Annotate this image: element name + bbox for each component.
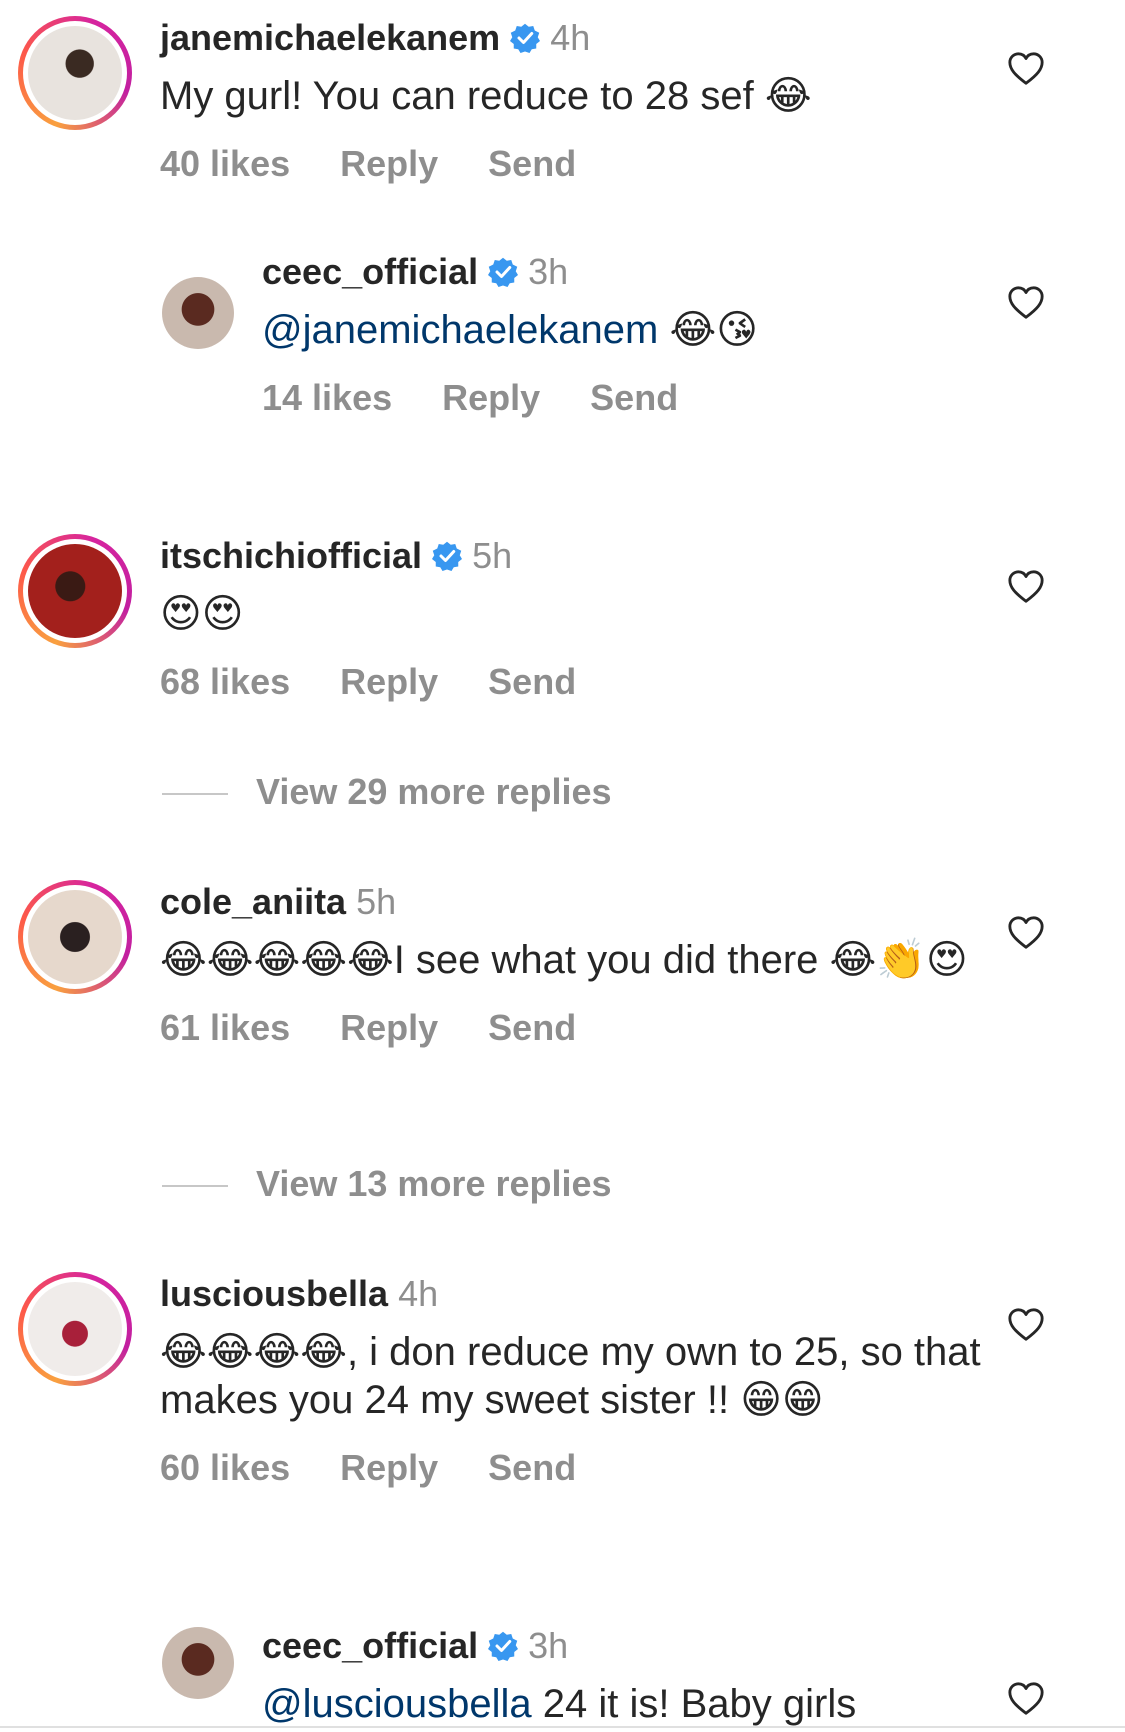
comment-username[interactable]: janemichaelekanem — [160, 17, 500, 58]
likes-count[interactable]: 68 likes — [160, 661, 290, 702]
comment-time: 5h — [472, 535, 513, 576]
comment-text: 24 it is! Baby girls — [531, 1682, 857, 1726]
verified-badge-icon — [488, 1631, 518, 1661]
heart-icon[interactable] — [1007, 568, 1045, 606]
likes-count[interactable]: 40 likes — [160, 143, 290, 184]
send-button[interactable]: Send — [488, 1007, 576, 1048]
avatar[interactable] — [18, 16, 132, 130]
comment-username[interactable]: ceec_official — [262, 1625, 478, 1666]
avatar[interactable] — [162, 277, 234, 349]
send-button[interactable]: Send — [488, 1447, 576, 1488]
likes-count[interactable]: 60 likes — [160, 1447, 290, 1488]
verified-badge-icon — [510, 23, 540, 53]
reply-button[interactable]: Reply — [340, 143, 438, 184]
reply-button[interactable]: Reply — [442, 377, 540, 418]
heart-icon[interactable] — [1007, 914, 1045, 952]
heart-icon[interactable] — [1007, 1306, 1045, 1344]
avatar[interactable] — [18, 880, 132, 994]
view-more-label: View 13 more replies — [256, 1163, 612, 1204]
verified-badge-icon — [488, 257, 518, 287]
comment-time: 3h — [528, 1625, 569, 1666]
reply-button[interactable]: Reply — [340, 1007, 438, 1048]
reply-button[interactable]: Reply — [340, 1447, 438, 1488]
comment-time: 4h — [550, 17, 591, 58]
reply-button[interactable]: Reply — [340, 661, 438, 702]
mention-link[interactable]: @lusciousbella — [262, 1682, 532, 1726]
send-button[interactable]: Send — [590, 377, 678, 418]
avatar[interactable] — [18, 534, 132, 648]
comment-time: 4h — [398, 1273, 439, 1314]
send-button[interactable]: Send — [488, 661, 576, 702]
comment-time: 3h — [528, 251, 569, 292]
view-more-label: View 29 more replies — [256, 771, 612, 812]
likes-count[interactable]: 14 likes — [262, 377, 392, 418]
comment-username[interactable]: cole_aniita — [160, 881, 346, 922]
avatar[interactable] — [162, 1627, 234, 1699]
avatar[interactable] — [18, 1272, 132, 1386]
send-button[interactable]: Send — [488, 143, 576, 184]
likes-count[interactable]: 61 likes — [160, 1007, 290, 1048]
mention-link[interactable]: @janemichaelekanem — [262, 308, 658, 352]
comment-text: 😂😘 — [658, 308, 758, 352]
heart-icon[interactable] — [1007, 284, 1045, 322]
heart-icon[interactable] — [1007, 1680, 1045, 1718]
comment-text: 😍😍 — [160, 592, 244, 636]
view-more-line — [162, 793, 228, 796]
verified-badge-icon — [432, 541, 462, 571]
comment-username[interactable]: ceec_official — [262, 251, 478, 292]
comment-time: 5h — [356, 881, 397, 922]
heart-icon[interactable] — [1007, 50, 1045, 88]
view-more-replies[interactable]: View 13 more replies — [162, 1162, 612, 1206]
bottom-divider — [0, 1726, 1125, 1728]
comment-username[interactable]: itschichiofficial — [160, 535, 422, 576]
view-more-replies[interactable]: View 29 more replies — [162, 770, 612, 814]
comment-text: My gurl! You can reduce to 28 sef 😂 — [160, 74, 812, 118]
view-more-line — [162, 1185, 228, 1188]
comment-username[interactable]: lusciousbella — [160, 1273, 388, 1314]
comment-text: 😂😂😂😂😂I see what you did there 😂👏😍 — [160, 938, 968, 982]
comment-text: 😂😂😂😂, i don reduce my own to 25, so that… — [160, 1330, 981, 1422]
